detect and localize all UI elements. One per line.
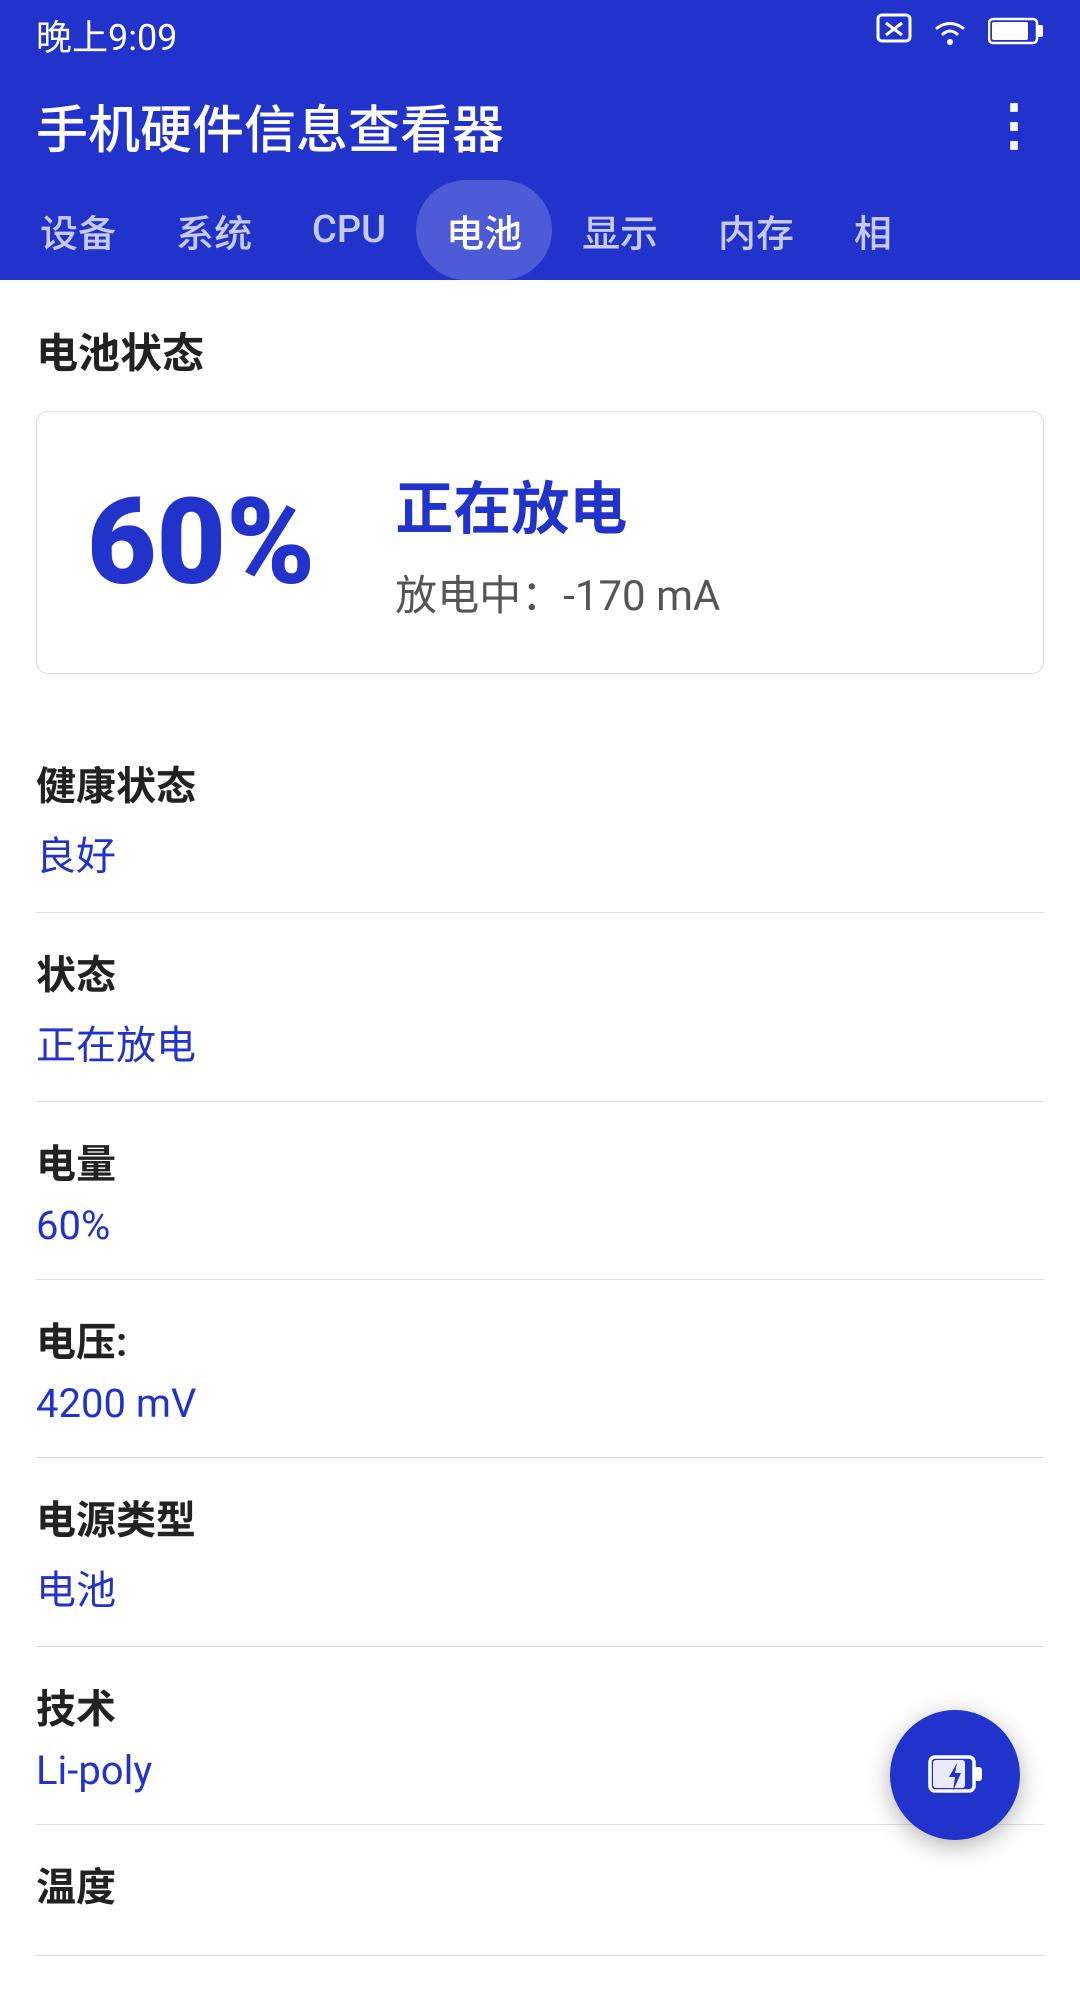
info-row-power-type: 电源类型 电池	[36, 1458, 1044, 1647]
info-row-technology: 技术 Li-poly	[36, 1647, 1044, 1825]
more-options-button[interactable]: ⋮	[986, 92, 1044, 158]
tab-display[interactable]: 显示	[552, 180, 688, 280]
info-value-power-type: 电池	[36, 1558, 1044, 1616]
battery-status-detail: 放电中：-170 mA	[395, 562, 720, 623]
tab-memory[interactable]: 内存	[688, 180, 824, 280]
status-time: 晚上9:09	[36, 9, 177, 61]
battery-fab-button[interactable]	[890, 1710, 1020, 1840]
info-label-level: 电量	[36, 1132, 1044, 1190]
status-icons	[876, 13, 1044, 57]
battery-card: 60% 正在放电 放电中：-170 mA	[36, 411, 1044, 674]
tab-system[interactable]: 系统	[146, 180, 282, 280]
info-row-voltage: 电压: 4200 mV	[36, 1280, 1044, 1458]
info-row-status: 状态 正在放电	[36, 913, 1044, 1102]
tab-device[interactable]: 设备	[10, 180, 146, 280]
tab-battery[interactable]: 电池	[416, 180, 552, 280]
info-value-status: 正在放电	[36, 1013, 1044, 1071]
battery-status-icon	[988, 15, 1044, 55]
info-row-temperature: 温度	[36, 1825, 1044, 1956]
wifi-icon	[930, 13, 970, 57]
info-value-level: 60%	[36, 1202, 1044, 1249]
info-label-health: 健康状态	[36, 754, 1044, 812]
battery-fab-icon	[925, 1745, 985, 1805]
battery-status-info: 正在放电 放电中：-170 mA	[395, 462, 720, 623]
info-label-power-type: 电源类型	[36, 1488, 1044, 1546]
app-title: 手机硬件信息查看器	[36, 88, 504, 163]
battery-status-title: 正在放电	[395, 462, 720, 546]
tab-camera[interactable]: 相	[824, 180, 922, 280]
info-row-level: 电量 60%	[36, 1102, 1044, 1280]
info-row-health: 健康状态 良好	[36, 724, 1044, 913]
status-bar: 晚上9:09	[0, 0, 1080, 70]
info-label-temperature: 温度	[36, 1855, 1044, 1913]
info-value-voltage: 4200 mV	[36, 1380, 1044, 1427]
info-label-status: 状态	[36, 943, 1044, 1001]
info-label-voltage: 电压:	[36, 1310, 1044, 1368]
tab-bar: 设备 系统 CPU 电池 显示 内存 相	[0, 180, 1080, 280]
info-value-health: 良好	[36, 824, 1044, 882]
tab-cpu[interactable]: CPU	[282, 180, 416, 280]
battery-percentage: 60%	[87, 473, 315, 613]
app-bar: 手机硬件信息查看器 ⋮	[0, 70, 1080, 180]
info-label-technology: 技术	[36, 1677, 1044, 1735]
close-icon	[876, 13, 912, 57]
battery-section-title: 电池状态	[36, 320, 1044, 381]
